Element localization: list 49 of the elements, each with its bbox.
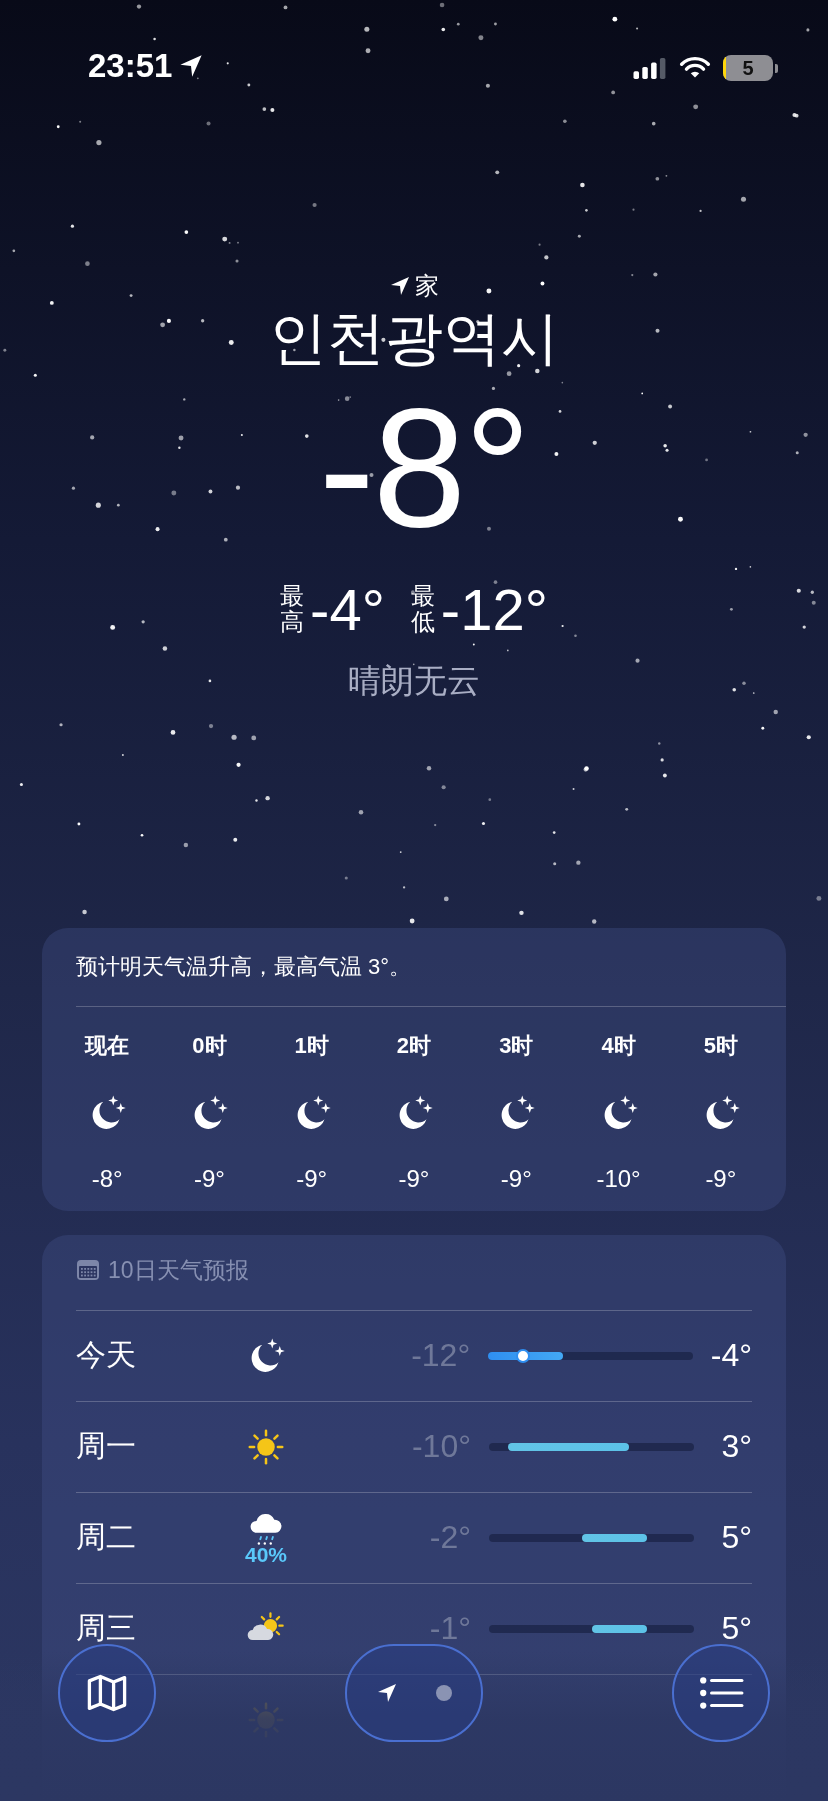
day-label: 周一 (76, 1429, 136, 1463)
hour-label: 2时 (396, 1031, 432, 1060)
forecast-summary: 预计明天气温升高，最高气温 3°。 (75, 952, 413, 981)
city-name: 인천광역시 (269, 306, 559, 370)
high-temperature: -4° (310, 575, 385, 643)
hour-temperature: -9° (500, 1164, 532, 1193)
high-temperature: 5° (720, 1519, 752, 1557)
hour-temperature: -9° (296, 1164, 328, 1193)
temperature-range-fill (591, 1624, 648, 1633)
low-temperature: -1° (428, 1610, 471, 1648)
hour-label: 4时 (601, 1031, 636, 1060)
signal-icon (633, 57, 667, 79)
wifi-icon (679, 56, 711, 80)
hour-label: 3时 (499, 1031, 534, 1060)
status-time: 23:51 (88, 47, 173, 85)
low-label: 最低 (410, 582, 435, 636)
low-temperature: -10° (410, 1428, 471, 1466)
hour-temperature: -9° (705, 1164, 737, 1193)
hour-label: 现在 (85, 1031, 130, 1060)
hour-label: 1时 (294, 1031, 329, 1060)
low-temperature: -12° (410, 1337, 471, 1375)
location-label: 家 (415, 271, 439, 301)
low-temperature: -12° (440, 575, 548, 643)
high-label: 最高 (280, 582, 305, 636)
day-label: 今天 (76, 1338, 136, 1372)
weather-condition: 晴朗无云 (348, 660, 480, 701)
high-temperature: 5° (720, 1610, 752, 1648)
battery-indicator: 5 (723, 55, 778, 81)
hour-temperature: -10° (596, 1164, 641, 1193)
high-temperature: 3° (720, 1428, 752, 1466)
hour-label: 5时 (703, 1031, 738, 1060)
hour-temperature: -9° (398, 1164, 430, 1193)
hour-label: 0时 (192, 1031, 227, 1060)
hour-temperature: -8° (91, 1164, 123, 1193)
current-temperature: -8° (317, 383, 530, 552)
location-arrow-icon (178, 53, 205, 79)
location-arrow-icon[interactable] (376, 1682, 398, 1704)
list-icon (698, 1676, 744, 1710)
day-label: 周二 (76, 1520, 136, 1554)
high-temperature: -4° (710, 1337, 752, 1375)
location-arrow-icon (389, 275, 411, 297)
temperature-range-fill (582, 1533, 648, 1542)
low-temperature: -2° (428, 1519, 471, 1557)
precipitation-chance: 40% (245, 1542, 287, 1567)
forecast-title: 10日天气预报 (108, 1255, 249, 1285)
calendar-icon (76, 1259, 100, 1282)
hour-temperature: -9° (193, 1164, 225, 1193)
page-dot[interactable] (436, 1685, 452, 1701)
day-label: 周三 (76, 1611, 136, 1645)
